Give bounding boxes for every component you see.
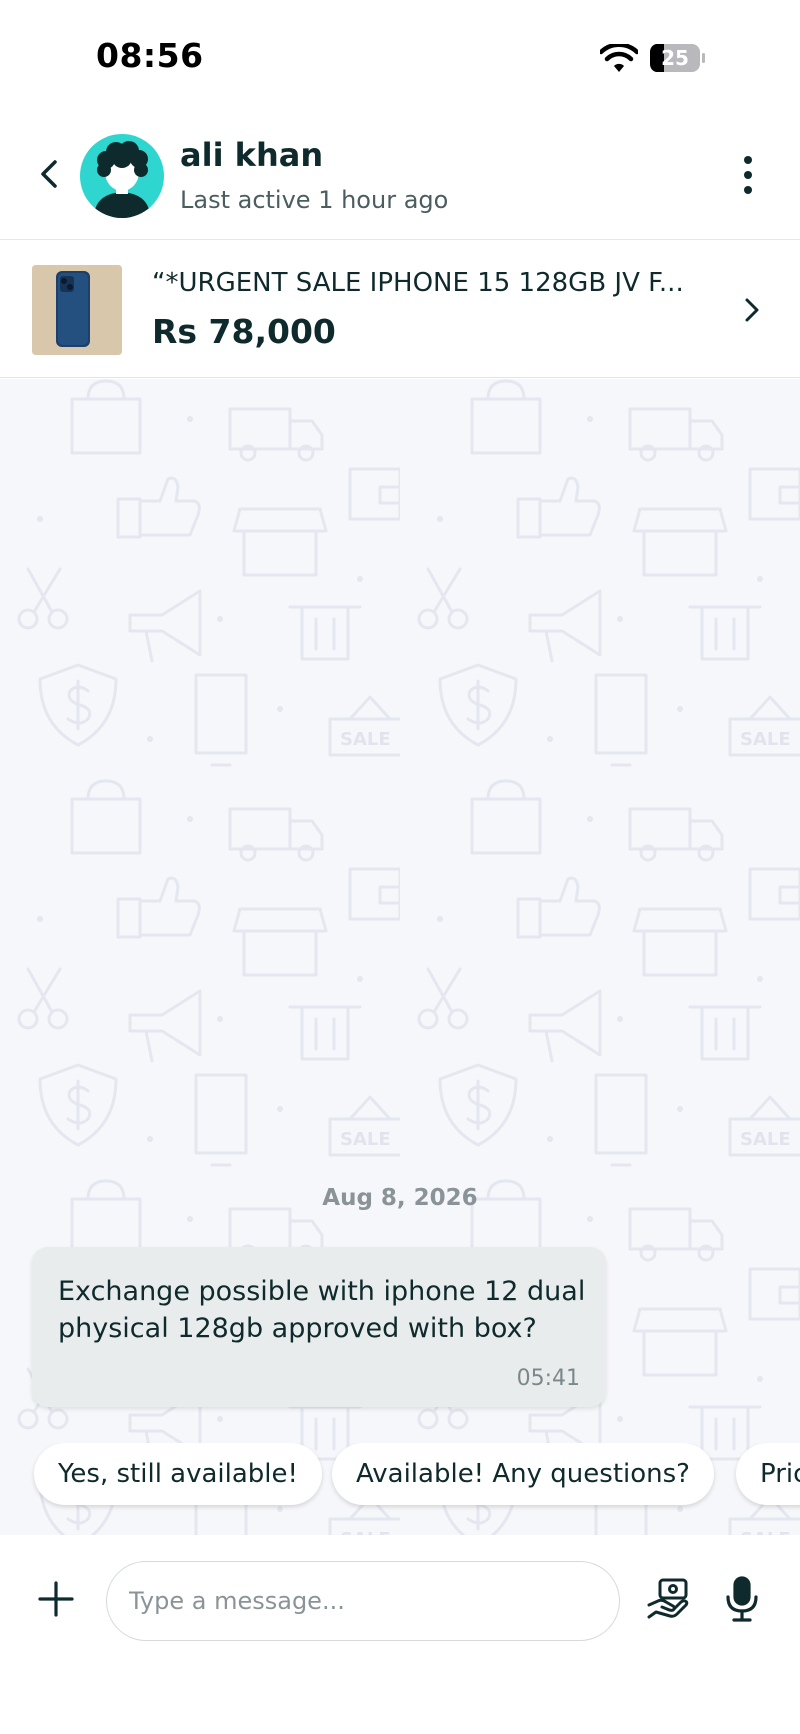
message-time: 05:41 — [516, 1366, 580, 1391]
quick-reply-chip[interactable]: Yes, still available! — [34, 1443, 322, 1505]
status-bar: 08:56 25 — [0, 0, 800, 110]
message-input-bar — [0, 1535, 800, 1734]
listing-title: “*URGENT SALE IPHONE 15 128GB JV F... — [152, 268, 684, 298]
message-bubble[interactable]: Exchange possible with iphone 12 dual ph… — [32, 1247, 606, 1407]
offer-hand-icon[interactable] — [646, 1577, 690, 1621]
quick-replies: Yes, still available! Available! Any que… — [0, 1443, 800, 1513]
battery-icon: 25 — [650, 44, 706, 72]
message-text: Exchange possible with iphone 12 dual ph… — [58, 1276, 586, 1344]
battery-level: 25 — [661, 46, 689, 70]
avatar[interactable] — [80, 134, 164, 218]
date-divider: Aug 8, 2026 — [322, 1185, 478, 1211]
quick-reply-chip[interactable]: Available! Any questions? — [332, 1443, 714, 1505]
microphone-icon[interactable] — [724, 1575, 760, 1623]
listing-card[interactable]: “*URGENT SALE IPHONE 15 128GB JV F... Rs… — [0, 240, 800, 378]
chat-area[interactable]: SALE Aug 8, 2026 Exchange possible with … — [0, 379, 800, 1535]
plus-icon[interactable] — [36, 1579, 76, 1619]
chat-header: ali khan Last active 1 hour ago — [0, 110, 800, 240]
chevron-right-icon[interactable] — [738, 292, 766, 328]
wifi-icon — [600, 44, 638, 72]
listing-price: Rs 78,000 — [152, 312, 336, 351]
last-active-status: Last active 1 hour ago — [180, 186, 449, 214]
quick-reply-chip[interactable]: Pric — [736, 1443, 800, 1505]
more-vertical-icon[interactable] — [730, 150, 766, 200]
contact-name[interactable]: ali khan — [180, 136, 323, 174]
phone-thumbnail — [32, 265, 122, 355]
message-input[interactable] — [106, 1561, 620, 1641]
avatar-illustration — [94, 141, 150, 218]
status-time: 08:56 — [96, 36, 204, 75]
back-arrow-icon[interactable] — [30, 154, 70, 194]
